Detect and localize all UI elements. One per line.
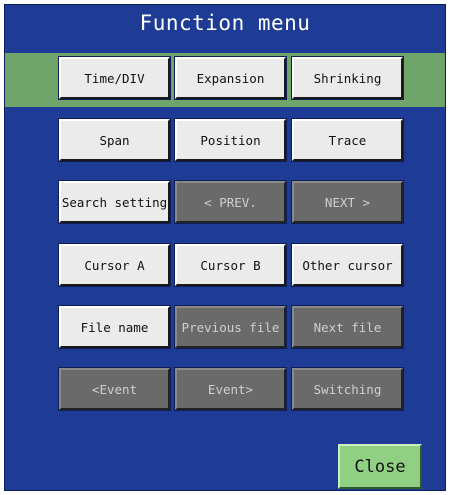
prev-event-button[interactable]: <Event	[58, 367, 171, 411]
time-div-button[interactable]: Time/DIV	[58, 56, 171, 100]
shrinking-button[interactable]: Shrinking	[291, 56, 404, 100]
expansion-button[interactable]: Expansion	[174, 56, 287, 100]
cursor-b-button[interactable]: Cursor B	[174, 243, 287, 287]
position-button[interactable]: Position	[174, 118, 287, 162]
file-name-button[interactable]: File name	[58, 305, 171, 349]
next-event-button[interactable]: Event>	[174, 367, 287, 411]
search-setting-button[interactable]: Search setting	[58, 180, 171, 224]
next-file-button[interactable]: Next file	[291, 305, 404, 349]
trace-button[interactable]: Trace	[291, 118, 404, 162]
previous-file-button[interactable]: Previous file	[174, 305, 287, 349]
other-cursor-button[interactable]: Other cursor	[291, 243, 404, 287]
cursor-a-button[interactable]: Cursor A	[58, 243, 171, 287]
function-menu-panel: Function menu Time/DIV Expansion Shrinki…	[4, 4, 446, 491]
next-button[interactable]: NEXT >	[291, 180, 404, 224]
menu-title: Function menu	[139, 11, 311, 35]
close-button[interactable]: Close	[338, 444, 422, 489]
switching-button[interactable]: Switching	[291, 367, 404, 411]
span-button[interactable]: Span	[58, 118, 171, 162]
prev-button[interactable]: < PREV.	[174, 180, 287, 224]
